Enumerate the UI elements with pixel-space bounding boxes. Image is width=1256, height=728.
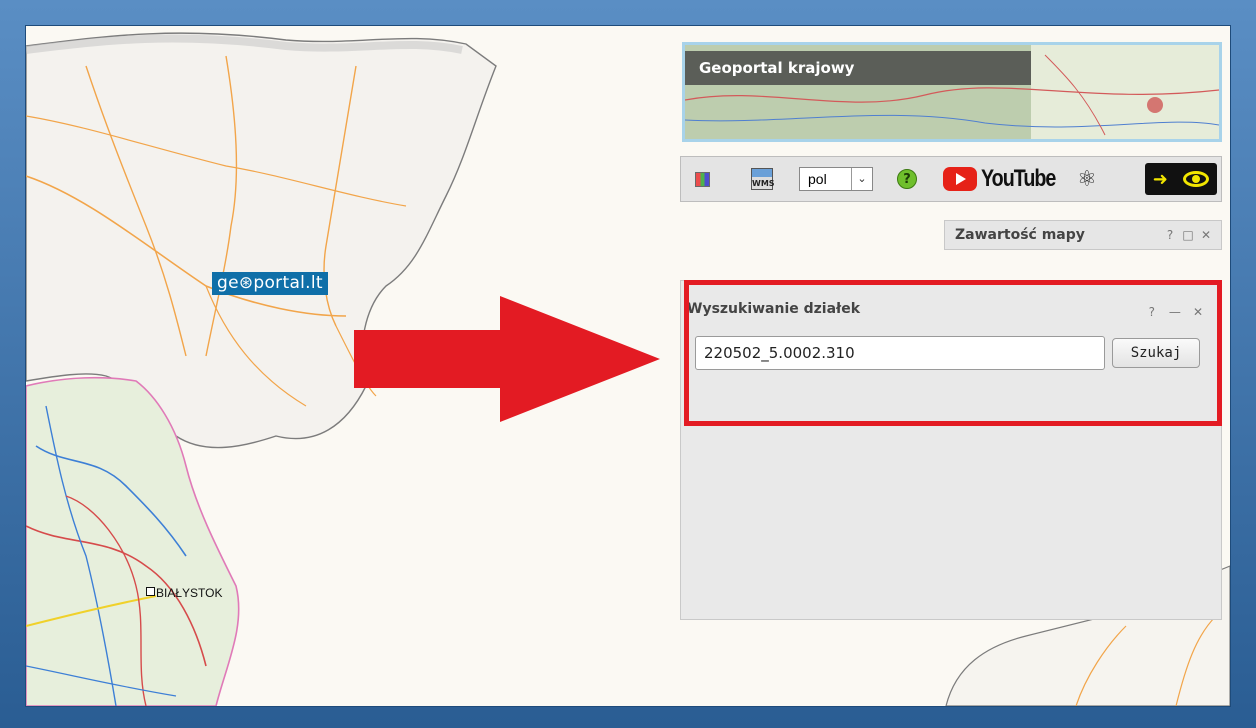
red-arrow-icon xyxy=(354,296,660,422)
screenshot-frame: ge⊛portal.lt BIAŁYSTOK Geoportal krajowy… xyxy=(0,0,1256,728)
minimize-button[interactable]: — xyxy=(1166,305,1184,319)
search-button[interactable]: Szukaj xyxy=(1112,338,1200,368)
wms-icon[interactable]: WMS xyxy=(751,157,775,201)
parcel-search-title: Wyszukiwanie działek xyxy=(687,301,861,317)
geoportal-lt-logo[interactable]: ge⊛portal.lt xyxy=(212,272,328,295)
language-value: pol xyxy=(808,171,827,187)
accessibility-wheel-icon[interactable]: ⚛ xyxy=(1077,157,1097,201)
krajowy-title: Geoportal krajowy xyxy=(685,51,1031,85)
map-canvas[interactable]: ge⊛portal.lt BIAŁYSTOK Geoportal krajowy… xyxy=(26,26,1230,706)
help-button[interactable]: ? xyxy=(1143,305,1161,319)
close-button[interactable]: ✕ xyxy=(1197,228,1215,242)
youtube-label: YouTube xyxy=(981,165,1056,192)
map-contents-title: Zawartość mapy xyxy=(955,227,1085,243)
map-toolbar: WMS pol ⌄ ? YouTube ⚛ ➜ xyxy=(680,156,1222,202)
help-button[interactable]: ? xyxy=(1161,228,1179,242)
city-name: BIAŁYSTOK xyxy=(156,586,223,600)
contrast-toggle[interactable]: ➜ xyxy=(1145,163,1217,195)
youtube-link[interactable]: YouTube xyxy=(943,157,1072,201)
close-button[interactable]: ✕ xyxy=(1189,305,1207,319)
language-select[interactable]: pol ⌄ xyxy=(799,157,873,201)
map-contents-panel-header[interactable]: Zawartość mapy ? □ ✕ xyxy=(944,220,1222,250)
panel-controls: ? — ✕ xyxy=(1143,301,1207,320)
geoportal-krajowy-link[interactable]: Geoportal krajowy xyxy=(682,42,1222,142)
youtube-play-icon xyxy=(943,167,977,191)
maximize-button[interactable]: □ xyxy=(1179,228,1197,242)
arrow-right-icon: ➜ xyxy=(1152,168,1168,190)
eye-icon xyxy=(1183,171,1210,187)
city-marker-icon xyxy=(146,587,155,596)
legend-grid-icon[interactable] xyxy=(695,157,710,201)
city-label-bialystok: BIAŁYSTOK xyxy=(146,586,222,600)
help-icon[interactable]: ? xyxy=(897,157,917,201)
chevron-down-icon: ⌄ xyxy=(851,168,872,190)
parcel-search-panel: Wyszukiwanie działek ? — ✕ 220502_5.0002… xyxy=(680,280,1222,620)
parcel-search-input[interactable]: 220502_5.0002.310 xyxy=(695,336,1105,370)
